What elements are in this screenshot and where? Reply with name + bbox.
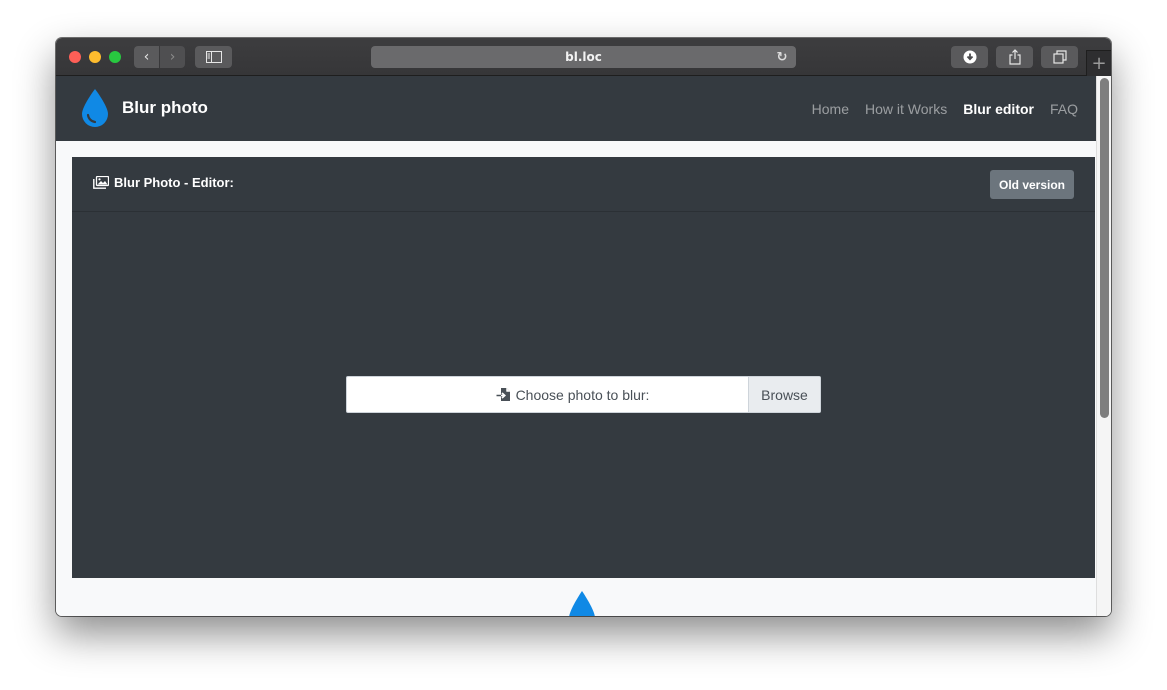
zoom-window-button[interactable]	[109, 51, 121, 63]
editor-title: Blur Photo - Editor:	[93, 175, 234, 190]
old-version-button[interactable]: Old version	[990, 170, 1074, 199]
sidebar-toggle-button[interactable]	[195, 46, 232, 68]
brand-name: Blur photo	[122, 98, 208, 117]
url-text: bl.loc	[565, 50, 602, 64]
editor-header: Blur Photo - Editor: Old version	[72, 157, 1095, 212]
scrollbar-thumb[interactable]	[1100, 78, 1109, 418]
reload-icon[interactable]: ↻	[774, 49, 790, 65]
share-icon	[1008, 49, 1021, 65]
photo-file-input[interactable]: Choose photo to blur: Browse	[346, 376, 821, 413]
editor-title-text: Blur Photo - Editor:	[114, 175, 234, 190]
chevron-right-icon: ›	[169, 49, 176, 65]
address-bar[interactable]: bl.loc ↻	[371, 46, 796, 68]
forward-button[interactable]: ›	[160, 46, 185, 68]
main-nav: Home How it Works Blur editor FAQ	[804, 76, 1086, 141]
chevron-left-icon: ‹	[143, 49, 150, 65]
browser-window: ‹ › bl.loc ↻ + Blur photo Home How it Wo…	[56, 38, 1111, 616]
minimize-window-button[interactable]	[89, 51, 101, 63]
nav-home[interactable]: Home	[804, 101, 857, 117]
site-navbar: Blur photo Home How it Works Blur editor…	[56, 76, 1096, 141]
editor-card: Blur Photo - Editor: Old version Choose …	[72, 157, 1095, 578]
download-icon	[963, 50, 976, 64]
browse-button[interactable]: Browse	[748, 377, 820, 412]
images-icon	[93, 176, 109, 189]
file-input-text: Choose photo to blur:	[515, 386, 650, 403]
nav-faq[interactable]: FAQ	[1042, 101, 1086, 117]
back-button[interactable]: ‹	[134, 46, 159, 68]
tabs-overview-icon	[1052, 50, 1067, 64]
nav-blur-editor[interactable]: Blur editor	[955, 101, 1042, 117]
sidebar-icon	[205, 51, 222, 63]
water-drop-icon	[569, 591, 595, 616]
brand-link[interactable]: Blur photo	[80, 88, 208, 128]
page-scrollbar[interactable]	[1096, 76, 1111, 616]
file-input-label[interactable]: Choose photo to blur:	[347, 377, 748, 412]
file-import-icon	[496, 388, 510, 401]
new-tab-button[interactable]: +	[1086, 50, 1111, 76]
tab-overview-button[interactable]	[1041, 46, 1078, 68]
share-button[interactable]	[996, 46, 1033, 68]
browser-titlebar: ‹ › bl.loc ↻ +	[56, 38, 1111, 76]
plus-icon: +	[1091, 53, 1107, 74]
page-viewport: Blur photo Home How it Works Blur editor…	[56, 76, 1111, 616]
water-drop-icon	[82, 89, 108, 127]
downloads-button[interactable]	[951, 46, 988, 68]
close-window-button[interactable]	[69, 51, 81, 63]
nav-how-it-works[interactable]: How it Works	[857, 101, 955, 117]
